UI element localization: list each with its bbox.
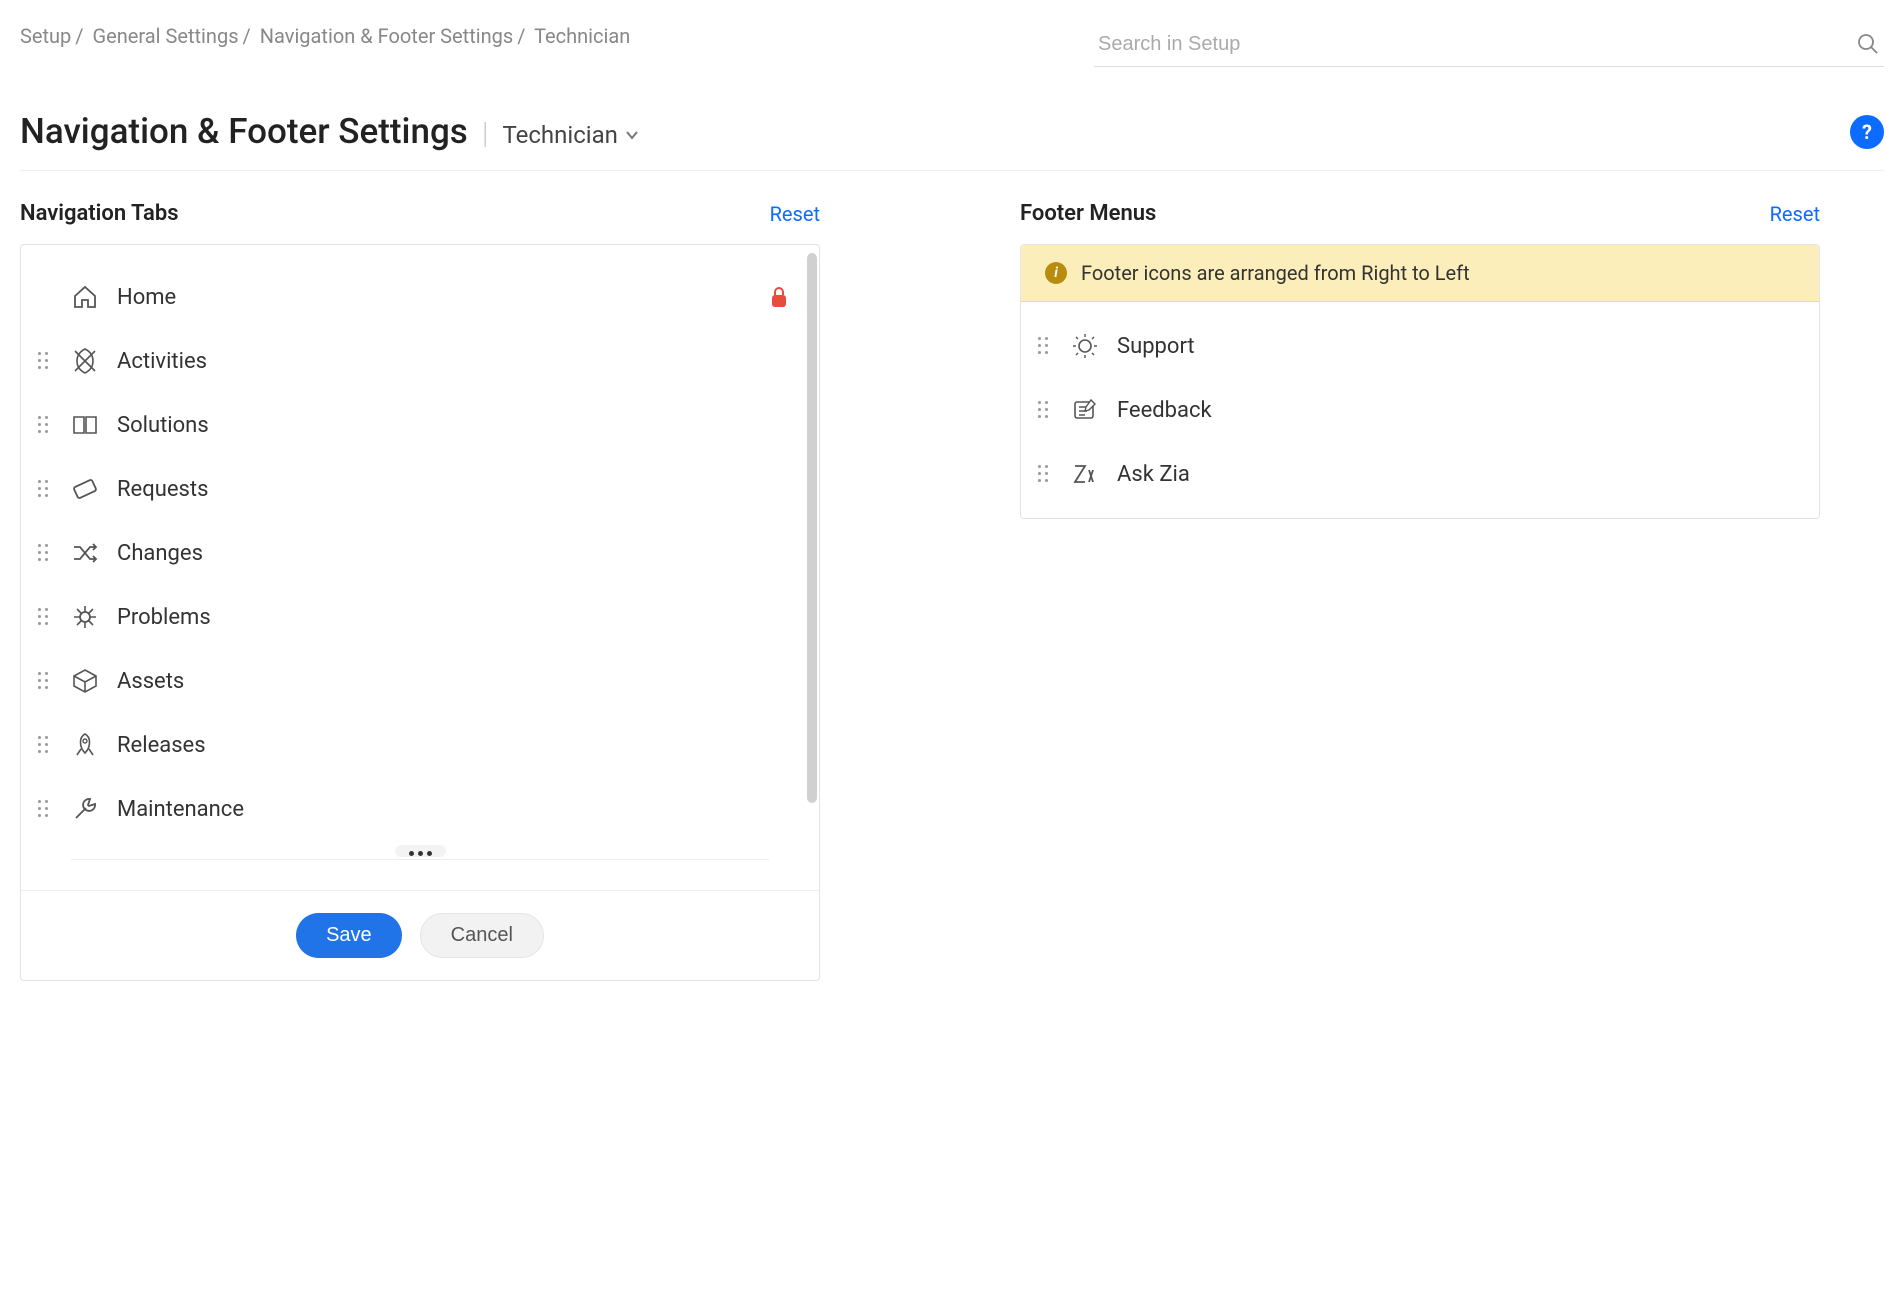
nav-item-label: Assets <box>117 669 789 694</box>
ticket-icon <box>71 475 99 503</box>
drag-handle-icon[interactable] <box>33 735 53 755</box>
drag-handle-icon[interactable] <box>33 543 53 563</box>
footer-item-label: Feedback <box>1117 398 1789 423</box>
page-title: Navigation & Footer Settings <box>20 111 468 152</box>
drag-handle-icon[interactable] <box>1033 464 1053 484</box>
search-container <box>1094 24 1884 67</box>
info-banner: i Footer icons are arranged from Right t… <box>1021 245 1819 302</box>
footer-item[interactable]: Feedback <box>1021 378 1819 442</box>
drag-handle-icon[interactable] <box>33 671 53 691</box>
bulb-icon <box>1071 332 1099 360</box>
nav-item[interactable]: Changes <box>21 521 819 585</box>
footer-item[interactable]: Support <box>1021 314 1819 378</box>
breadcrumb-current: Technician <box>534 24 630 48</box>
drag-handle-icon[interactable] <box>33 415 53 435</box>
scrollbar-thumb[interactable] <box>807 253 817 803</box>
note-icon <box>1071 396 1099 424</box>
nav-item-label: Changes <box>117 541 789 566</box>
drag-handle-icon[interactable] <box>33 479 53 499</box>
search-icon[interactable] <box>1856 32 1880 56</box>
breadcrumb: Setup/ General Settings/ Navigation & Fo… <box>20 24 1094 48</box>
nav-list: Home Activities Solutions Requests Changes Pr… <box>21 245 819 890</box>
nav-item[interactable]: Releases <box>21 713 819 777</box>
role-label: Technician <box>502 121 617 149</box>
cube-icon <box>71 667 99 695</box>
nav-section-title: Navigation Tabs <box>20 201 179 226</box>
drag-handle-icon[interactable] <box>1033 336 1053 356</box>
book-icon <box>71 411 99 439</box>
nav-item-label: Home <box>117 285 751 310</box>
nav-item[interactable]: Requests <box>21 457 819 521</box>
breadcrumb-link[interactable]: General Settings <box>93 24 239 48</box>
footer-item[interactable]: Ask Zia <box>1021 442 1819 506</box>
nav-item-label: Requests <box>117 477 789 502</box>
more-separator <box>71 859 769 860</box>
footer-item-label: Ask Zia <box>1117 462 1789 487</box>
nav-item[interactable]: Problems <box>21 585 819 649</box>
zia-icon <box>1071 460 1099 488</box>
lock-icon <box>769 286 789 308</box>
cancel-button[interactable]: Cancel <box>420 913 544 958</box>
nav-reset-link[interactable]: Reset <box>770 202 820 226</box>
footer-panel: i Footer icons are arranged from Right t… <box>1020 244 1820 519</box>
nav-item[interactable]: Home <box>21 265 819 329</box>
footer-list: Support Feedback Ask Zia <box>1021 302 1819 518</box>
drag-handle-icon[interactable] <box>1033 400 1053 420</box>
nav-item[interactable]: Maintenance <box>21 777 819 841</box>
breadcrumb-link[interactable]: Navigation & Footer Settings <box>260 24 513 48</box>
rocket-icon <box>71 731 99 759</box>
nav-panel: Home Activities Solutions Requests Changes Pr… <box>20 244 820 981</box>
nav-item-label: Activities <box>117 349 789 374</box>
save-button[interactable]: Save <box>296 913 402 958</box>
shuffle-icon <box>71 539 99 567</box>
search-input[interactable] <box>1098 33 1856 56</box>
info-icon: i <box>1045 262 1067 284</box>
nav-item-label: Releases <box>117 733 789 758</box>
drag-handle-icon[interactable] <box>33 351 53 371</box>
wrench-icon <box>71 795 99 823</box>
drag-handle-icon[interactable] <box>33 799 53 819</box>
footer-reset-link[interactable]: Reset <box>1770 202 1820 226</box>
more-button[interactable] <box>395 845 446 857</box>
nav-item[interactable]: Activities <box>21 329 819 393</box>
info-text: Footer icons are arranged from Right to … <box>1081 261 1470 285</box>
drag-handle-icon[interactable] <box>33 607 53 627</box>
nav-item-label: Solutions <box>117 413 789 438</box>
bug-icon <box>71 603 99 631</box>
nav-item-label: Problems <box>117 605 789 630</box>
help-button[interactable]: ? <box>1850 115 1884 149</box>
nav-item[interactable]: Solutions <box>21 393 819 457</box>
breadcrumb-link[interactable]: Setup <box>20 24 71 48</box>
activities-icon <box>71 347 99 375</box>
nav-item[interactable]: Assets <box>21 649 819 713</box>
chevron-down-icon <box>624 127 640 143</box>
home-icon <box>71 283 99 311</box>
role-select[interactable]: Technician <box>502 121 639 149</box>
nav-item-label: Maintenance <box>117 797 789 822</box>
footer-item-label: Support <box>1117 334 1789 359</box>
footer-section-title: Footer Menus <box>1020 201 1156 226</box>
